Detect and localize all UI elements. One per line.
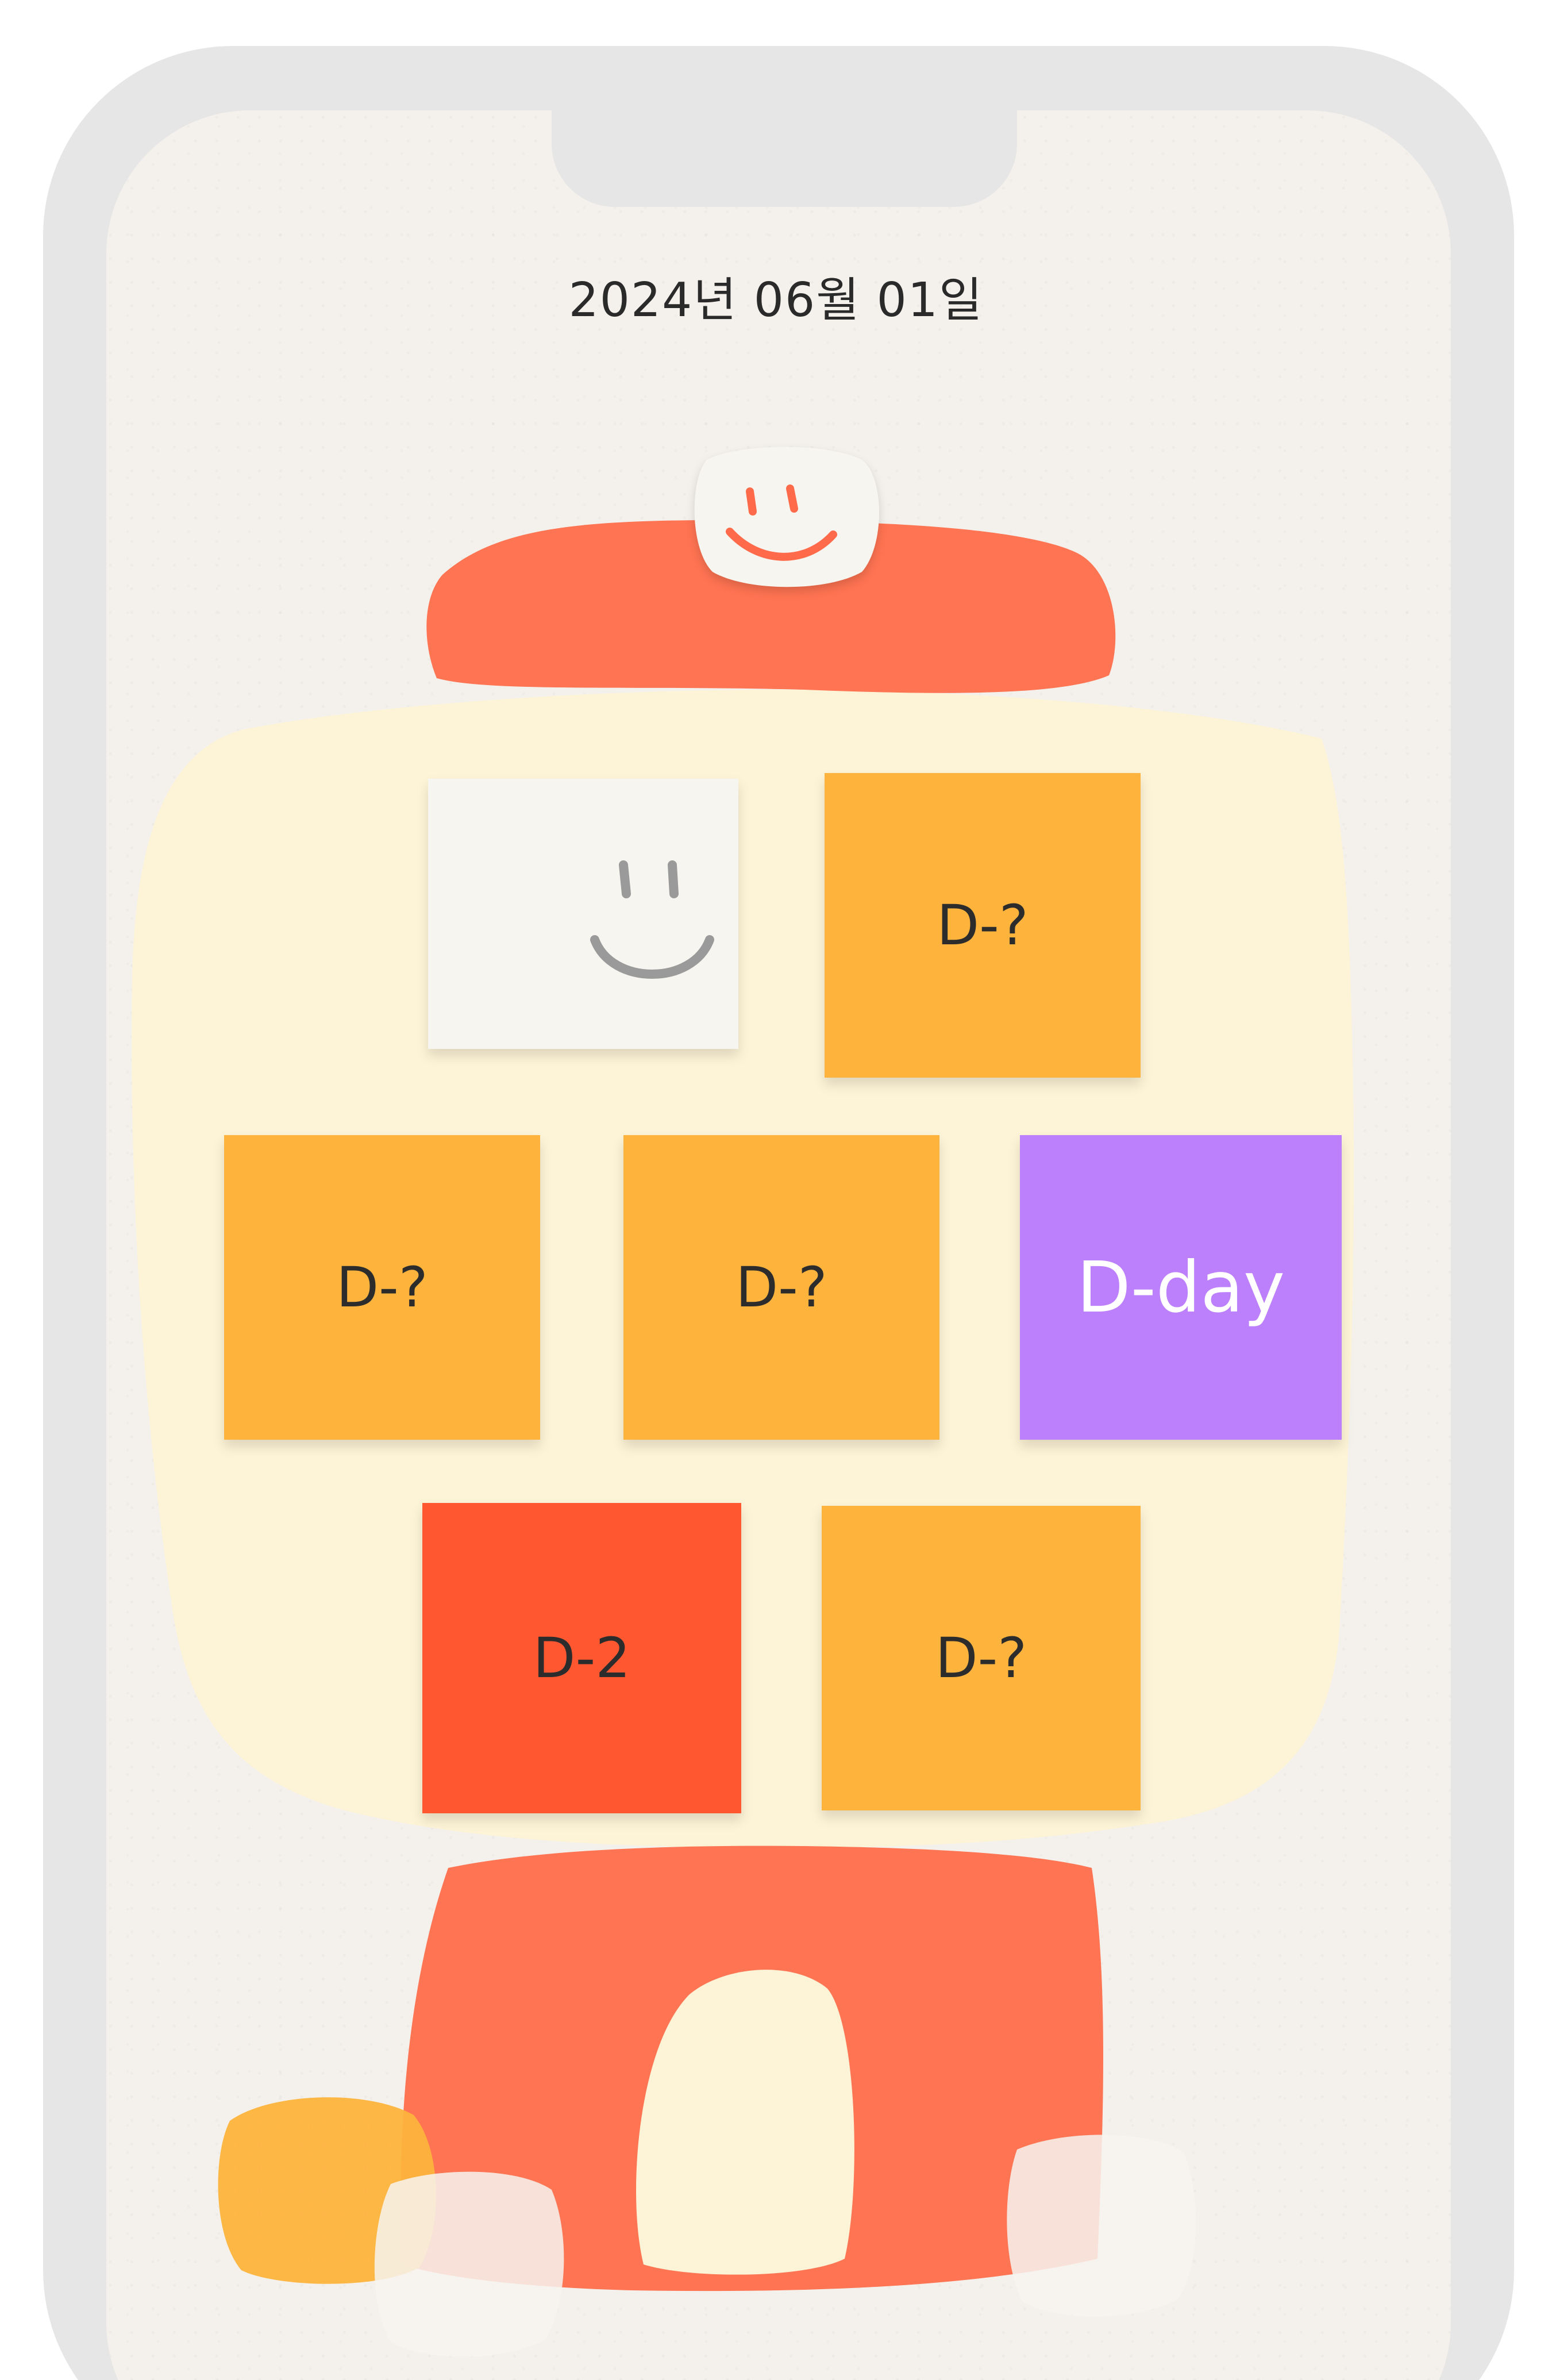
capsule-blob [428, 779, 738, 1049]
capsule-smile[interactable] [428, 779, 738, 1049]
capsule-label: D-? [935, 1626, 1027, 1690]
capsule-label: D-? [735, 1255, 827, 1320]
capsule-1[interactable]: D-? [825, 773, 1141, 1078]
capsule-label: D-? [336, 1255, 428, 1320]
capsule-label: D-? [937, 893, 1029, 958]
capsule-2[interactable]: D-? [224, 1135, 540, 1440]
fallen-capsule-white-right [1007, 2135, 1196, 2317]
smile-icon [694, 447, 879, 587]
app-screen: 2024년 06월 01일 D-? D-? D-? D-day D-2 D-? [0, 0, 1552, 2380]
capsule-4[interactable]: D-? [822, 1506, 1141, 1810]
fallen-capsule-white-left [374, 2171, 564, 2357]
capsule-dday[interactable]: D-day [1020, 1135, 1342, 1440]
capsule-label: D-day [1076, 1247, 1285, 1328]
capsule-3[interactable]: D-? [623, 1135, 939, 1440]
capsule-label: D-2 [533, 1626, 631, 1690]
capsule-d2[interactable]: D-2 [422, 1503, 741, 1813]
